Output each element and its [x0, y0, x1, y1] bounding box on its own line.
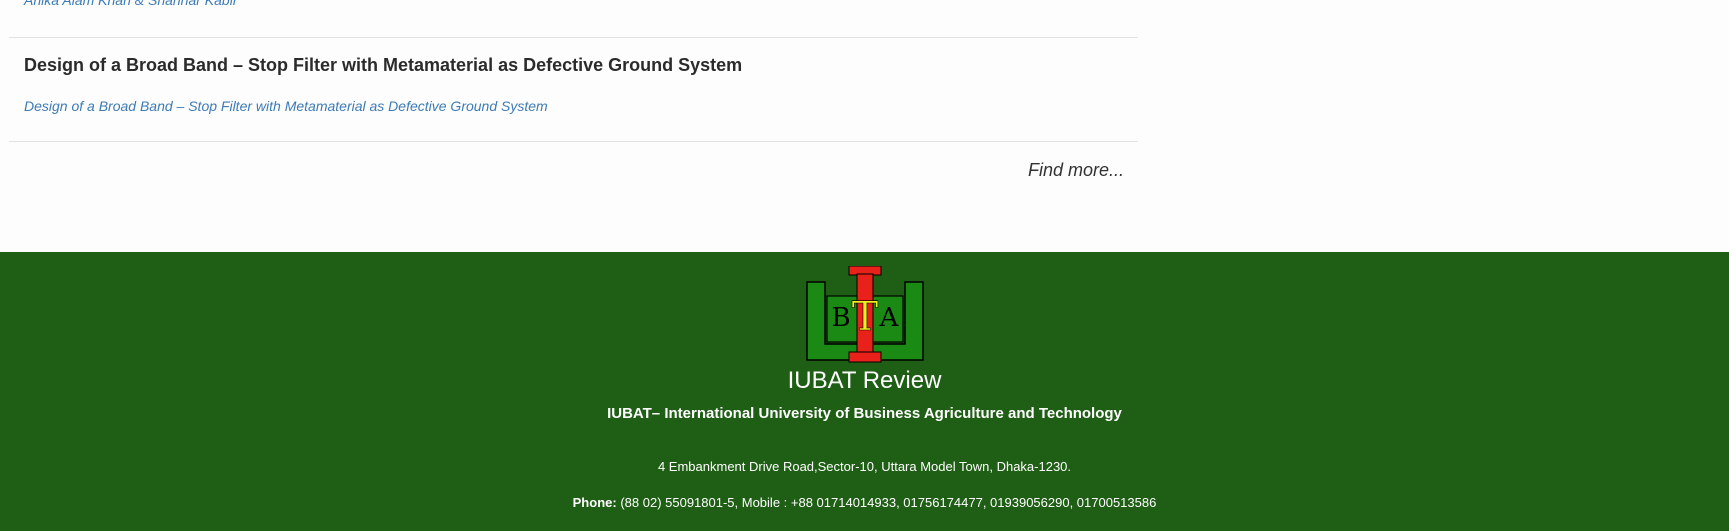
logo-letter-a: A: [879, 303, 900, 333]
article-item: Design of a Broad Band – Stop Filter wit…: [9, 38, 1138, 142]
phone-label: Phone:: [572, 495, 617, 510]
contact-phone: Phone: (88 02) 55091801-5, Mobile : +88 …: [0, 495, 1729, 510]
article-title-link[interactable]: Design of a Broad Band – Stop Filter wit…: [24, 55, 742, 76]
article-authors-link[interactable]: Anika Alam Khan & Shahriar Kabir: [24, 0, 237, 8]
main-content: Anika Alam Khan & Shahriar Kabir Design …: [0, 0, 1729, 252]
phone-numbers: (88 02) 55091801-5, Mobile : +88 0171401…: [620, 495, 1157, 510]
find-more-link[interactable]: Find more...: [1028, 160, 1124, 181]
logo-letter-t: T: [852, 294, 879, 340]
iubat-logo[interactable]: B T A: [805, 266, 925, 366]
site-tagline: IUBAT– International University of Busin…: [607, 405, 1122, 422]
logo-letter-b: B: [831, 303, 850, 333]
site-name: IUBAT Review: [787, 367, 942, 394]
site-footer: B T A IUBAT Review IUBAT– International …: [0, 252, 1729, 531]
article-item: Anika Alam Khan & Shahriar Kabir: [9, 0, 1138, 38]
article-subtitle-link[interactable]: Design of a Broad Band – Stop Filter wit…: [24, 98, 548, 114]
article-list: Anika Alam Khan & Shahriar Kabir Design …: [9, 0, 1138, 180]
contact-address: 4 Embankment Drive Road,Sector-10, Uttar…: [657, 459, 1072, 474]
